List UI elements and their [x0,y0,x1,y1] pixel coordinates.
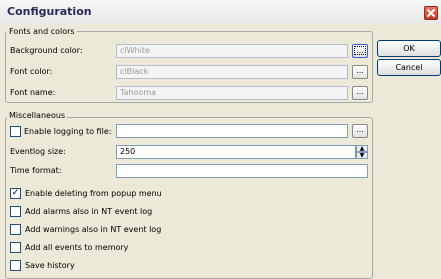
cancel-button[interactable]: Cancel [377,59,441,76]
browse-label: ... [354,46,366,55]
title-bar: Configuration [0,0,441,24]
save-history-label: Save history [25,261,75,270]
add-all-events-label: Add all events to memory [25,243,129,252]
add-alarms-label: Add alarms also in NT event log [25,207,153,216]
enable-logging-checkbox[interactable] [10,126,21,137]
eventlog-size-field[interactable]: 250 [116,145,356,159]
time-format-label: Time format: [10,166,62,175]
background-color-label: Background color: [10,46,83,55]
add-warnings-checkbox[interactable] [10,224,21,235]
save-history-checkbox[interactable] [10,260,21,271]
eventlog-size-label: Eventlog size: [10,147,66,156]
font-name-label: Font name: [10,88,56,97]
time-format-field[interactable] [116,164,368,178]
enable-logging-label: Enable logging to file: [24,127,112,136]
enable-deleting-checkbox[interactable]: ✓ [10,188,21,199]
logfile-browse-button[interactable]: ... [352,124,368,138]
ok-button[interactable]: OK [377,40,441,57]
font-color-label: Font color: [10,67,53,76]
eventlog-size-spinner-down[interactable]: ▼ [356,152,368,159]
background-color-browse-button[interactable]: ... [352,44,368,58]
add-all-events-checkbox[interactable] [10,242,21,253]
font-name-browse-button[interactable]: ... [352,86,368,100]
miscellaneous-group [5,117,373,279]
fonts-colors-legend: Fonts and colors [7,27,77,36]
add-warnings-label: Add warnings also in NT event log [25,225,162,234]
font-color-field[interactable]: clBlack [116,65,348,79]
font-color-browse-button[interactable]: ... [352,65,368,79]
enable-deleting-label: Enable deleting from popup menu [25,189,162,198]
window-title: Configuration [7,5,92,18]
eventlog-size-spinner-up[interactable]: ▲ [356,145,368,152]
miscellaneous-legend: Miscellaneous [7,111,68,120]
close-icon[interactable] [424,6,438,20]
logfile-field[interactable] [116,124,348,138]
background-color-field[interactable]: clWhite [116,44,348,58]
font-name-field[interactable]: Tahooma [116,86,348,100]
add-alarms-checkbox[interactable] [10,206,21,217]
